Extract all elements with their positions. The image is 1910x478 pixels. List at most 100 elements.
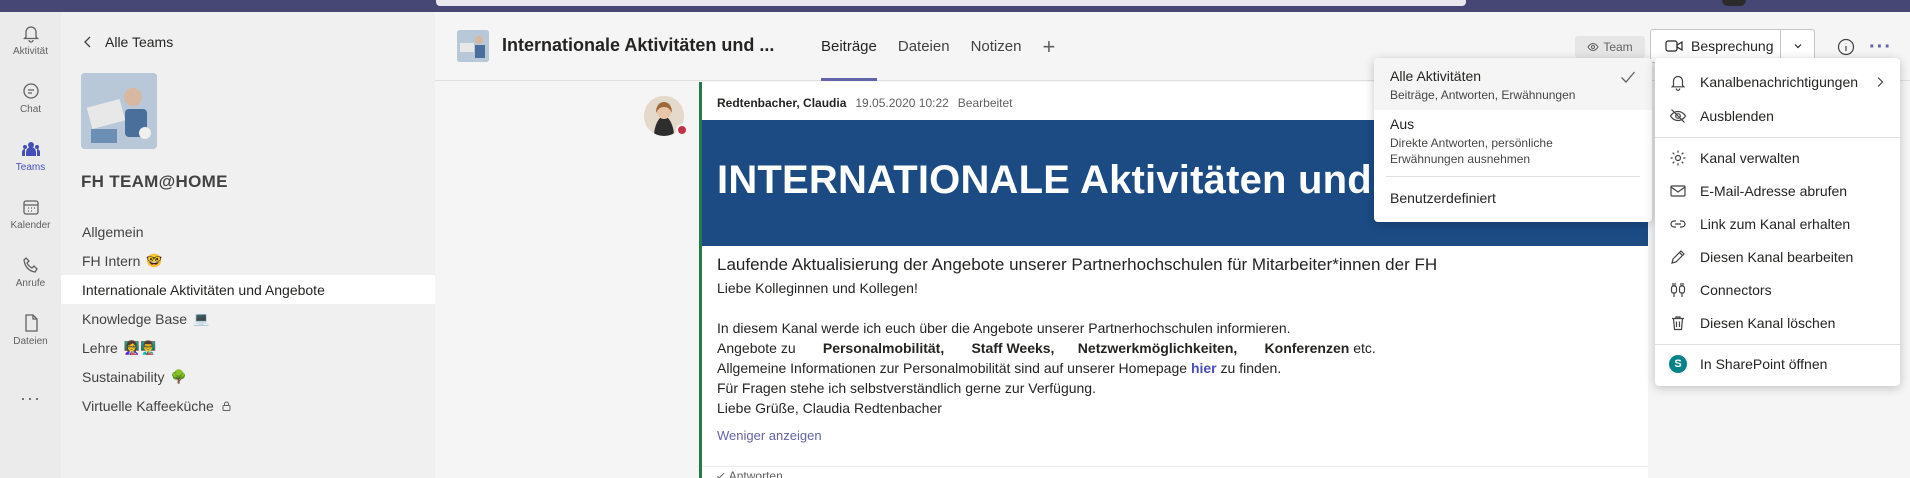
chat-icon (22, 83, 39, 99)
gear-icon (1670, 150, 1686, 166)
menu-item-sharepoint[interactable]: S In SharePoint öffnen (1655, 348, 1900, 380)
sharepoint-icon: S (1669, 355, 1687, 373)
channel-label: FH Intern (82, 252, 141, 269)
menu-item-hide[interactable]: Ausblenden (1655, 100, 1900, 132)
menu-item-label: Ausblenden (1700, 108, 1774, 124)
channel-label: Lehre (82, 339, 118, 356)
channel-avatar (457, 30, 489, 62)
chevron-down-icon (1794, 44, 1801, 49)
divider (1655, 137, 1900, 138)
eye-icon (1587, 42, 1599, 52)
menu-item-connectors[interactable]: Connectors (1655, 274, 1900, 306)
divider (1386, 176, 1640, 177)
phone-icon (22, 257, 38, 273)
link-icon (1670, 220, 1686, 228)
trash-icon (1672, 316, 1684, 331)
post-greeting: Liebe Kolleginnen und Kollegen! (717, 280, 918, 296)
app-rail: Aktivität Chat Teams Kalender Anrufe Dat… (0, 12, 61, 478)
menu-item-delete[interactable]: Diesen Kanal löschen (1655, 307, 1900, 339)
tab-bar: Beiträge Dateien Notizen + (821, 12, 1076, 81)
banner-text: INTERNATIONALE Aktivitäten und A (717, 158, 1411, 202)
pencil-icon (1671, 250, 1685, 264)
line2-prefix: Angebote zu (717, 340, 796, 356)
team-name: FH TEAM@HOME (81, 172, 228, 191)
rail-item-label: Chat (19, 104, 42, 115)
channel-label: Allgemein (82, 223, 144, 240)
calendar-icon (22, 200, 39, 215)
info-icon[interactable] (1837, 38, 1855, 56)
line2-bold-1: Personalmobilität, (822, 340, 945, 356)
line3-prefix: Allgemeine Informationen zur Personalmob… (717, 360, 1188, 376)
post-line-2: Angebote zu Personalmobilität, Staff Wee… (717, 340, 1376, 356)
tab-beitraege[interactable]: Beiträge (821, 12, 877, 81)
menu-item-email[interactable]: E-Mail-Adresse abrufen (1655, 175, 1900, 207)
teacher-emoji-icon: 👩‍🏫👨‍🏫 (123, 339, 157, 355)
channel-label: Knowledge Base (82, 310, 188, 327)
menu-item-notifications[interactable]: Kanalbenachrichtigungen (1655, 66, 1900, 98)
line3-suffix: zu finden. (1220, 360, 1282, 376)
eye-off-icon (1669, 109, 1687, 123)
post-line-1: In diesem Kanal werde ich euch über die … (717, 320, 1291, 336)
menu-item-label: In SharePoint öffnen (1700, 356, 1828, 372)
reply-button[interactable]: ↙ Antworten (702, 466, 1648, 478)
rail-item-label: Aktivität (12, 46, 48, 57)
notif-option-desc: Beiträge, Antworten, Erwähnungen (1390, 88, 1576, 102)
channel-label: Virtuelle Kaffeeküche (82, 397, 214, 414)
back-to-teams-link[interactable]: Alle Teams (81, 34, 173, 50)
more-options-icon[interactable]: ··· (1869, 36, 1892, 59)
team-picture[interactable] (81, 73, 157, 149)
channel-item-kaffeekueche[interactable]: Virtuelle Kaffeeküche (61, 391, 435, 420)
line2-bold-4: Konferenzen (1264, 340, 1350, 356)
menu-item-link[interactable]: Link zum Kanal erhalten (1655, 208, 1900, 240)
chevron-right-icon (1877, 77, 1884, 87)
presence-busy-icon (676, 124, 688, 136)
channel-item-knowledge-base[interactable]: Knowledge Base 💻 (61, 304, 435, 333)
menu-item-edit[interactable]: Diesen Kanal bearbeiten (1655, 241, 1900, 273)
search-box[interactable] (436, 0, 1466, 6)
line2-suffix: etc. (1353, 340, 1376, 356)
team-photo-icon (81, 73, 157, 149)
channel-item-fh-intern[interactable]: FH Intern 🤓 (61, 246, 435, 275)
rail-item-teams[interactable]: Teams (0, 128, 61, 184)
post-timestamp: 19.05.2020 10:22 (855, 96, 949, 110)
profile-avatar[interactable] (1722, 0, 1746, 6)
channel-item-internationale[interactable]: Internationale Aktivitäten und Angebote (61, 275, 435, 304)
bell-icon (22, 26, 39, 43)
rail-item-label: Kalender (10, 220, 51, 231)
chevron-left-icon (84, 36, 91, 48)
rail-item-files[interactable]: Dateien (0, 302, 61, 358)
rail-item-chat[interactable]: Chat (0, 70, 61, 126)
lock-icon (222, 401, 231, 411)
tab-notizen[interactable]: Notizen (971, 12, 1022, 81)
channel-item-lehre[interactable]: Lehre 👩‍🏫👨‍🏫 (61, 333, 435, 362)
rail-item-calendar[interactable]: Kalender (0, 186, 61, 242)
rail-item-activity[interactable]: Aktivität (0, 12, 61, 68)
notif-option-custom[interactable]: Benutzerdefiniert (1374, 186, 1652, 214)
post-line-5: Liebe Grüße, Claudia Redtenbacher (717, 400, 942, 416)
team-badge[interactable]: Team (1575, 36, 1645, 58)
team-badge-label: Team (1603, 40, 1633, 54)
post-subject: Laufende Aktualisierung der Angebote uns… (717, 255, 1438, 274)
meeting-button-label: Besprechung (1691, 38, 1774, 54)
line2-bold-3: Netzwerkmöglichkeiten, (1077, 340, 1238, 356)
show-less-link[interactable]: Weniger anzeigen (717, 428, 822, 443)
more-apps-icon[interactable]: ··· (0, 388, 61, 409)
channel-item-allgemein[interactable]: Allgemein (61, 217, 435, 246)
rail-item-calls[interactable]: Anrufe (0, 244, 61, 300)
menu-item-label: Kanalbenachrichtigungen (1700, 74, 1859, 90)
channel-item-sustainability[interactable]: Sustainability 🌳 (61, 362, 435, 391)
title-bar (0, 0, 1910, 12)
channel-label: Internationale Aktivitäten und Angebote (82, 281, 325, 298)
checkmark-icon (1621, 71, 1635, 83)
tab-dateien[interactable]: Dateien (898, 12, 950, 81)
post-author[interactable]: Redtenbacher, Claudia (717, 96, 846, 110)
channel-title: Internationale Aktivitäten und ... (502, 35, 775, 55)
menu-item-manage[interactable]: Kanal verwalten (1655, 142, 1900, 174)
add-tab-icon[interactable]: + (1042, 12, 1055, 81)
rail-item-label: Anrufe (15, 278, 46, 289)
notif-option-off[interactable]: Aus Direkte Antworten, persönliche Erwäh… (1374, 116, 1652, 178)
homepage-link[interactable]: hier (1191, 360, 1217, 376)
menu-item-label: Diesen Kanal löschen (1700, 315, 1836, 331)
menu-item-label: Connectors (1700, 282, 1772, 298)
notif-option-all[interactable]: Alle Aktivitäten Beiträge, Antworten, Er… (1374, 58, 1652, 110)
